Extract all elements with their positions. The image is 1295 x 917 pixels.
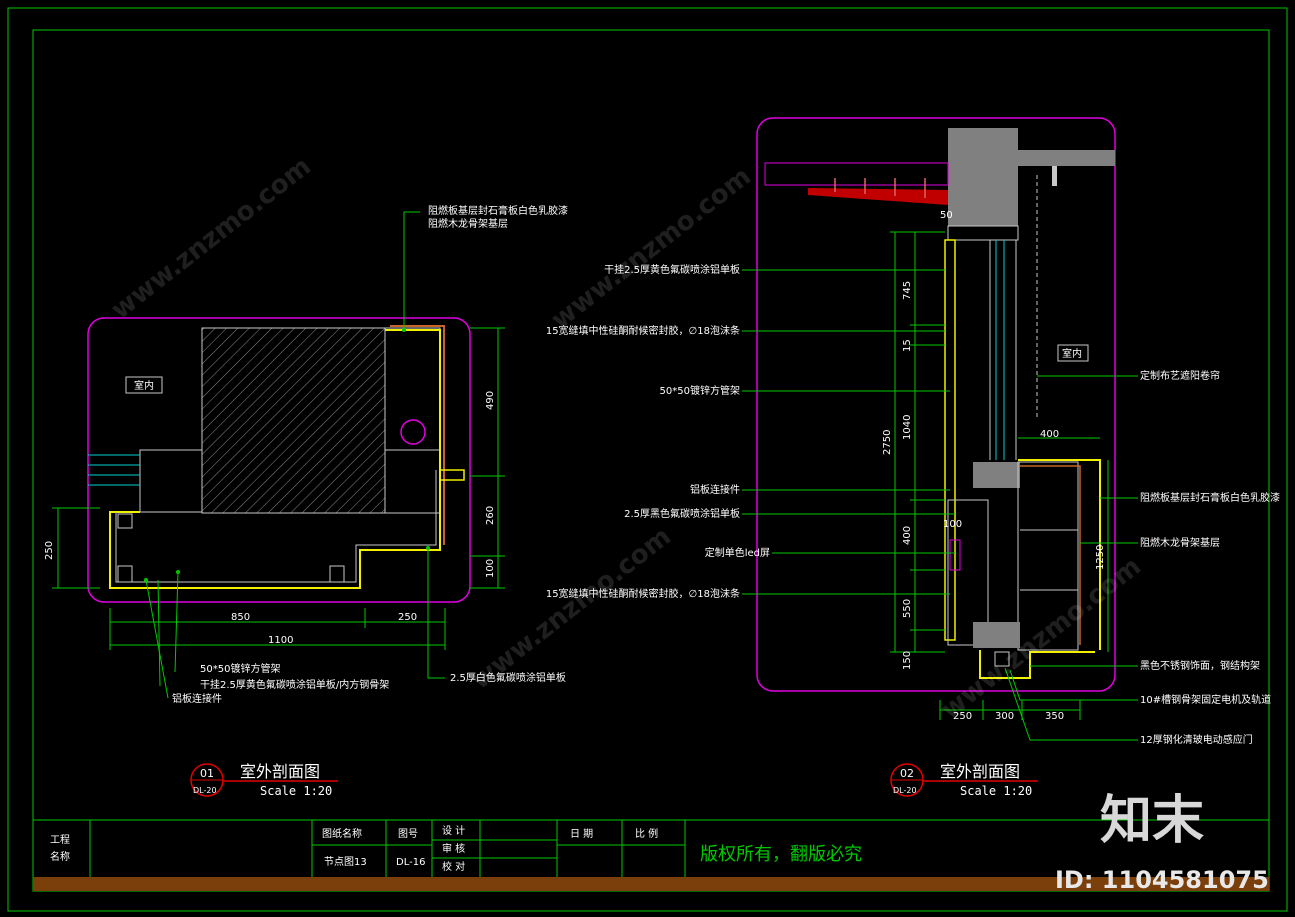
caption-ref-01: DL-20 — [193, 786, 217, 795]
tb-design: 设 计 — [442, 824, 465, 837]
dim-400-h: 400 — [1040, 429, 1059, 440]
dim-250-v: 250 — [44, 541, 55, 560]
note-r5: 10#槽钢骨架固定电机及轨道 — [1140, 693, 1271, 706]
canopy-outline — [764, 162, 949, 186]
watermark-site-3: www.znzmo.com — [466, 522, 677, 696]
dim-250-h: 250 — [398, 612, 417, 623]
tb-date: 日 期 — [570, 828, 593, 840]
note-top-2: 阻燃木龙骨架基层 — [428, 217, 508, 230]
note-l3: 50*50镀锌方管架 — [660, 384, 740, 397]
room-label-02: 室内 — [1062, 347, 1082, 360]
caption-scale-01: Scale 1:20 — [260, 784, 332, 798]
note-bl-1: 50*50镀锌方管架 — [200, 662, 280, 675]
tb-review: 审 核 — [442, 842, 465, 855]
watermark-site-2: www.znzmo.com — [546, 162, 757, 336]
tb-scale: 比 例 — [635, 827, 658, 840]
square-tube-a — [117, 565, 133, 583]
note-r4: 黑色不锈钢饰面，钢结构架 — [1140, 659, 1260, 672]
dim-50: 50 — [940, 210, 953, 221]
watermark-brand: 知末 — [1100, 791, 1204, 851]
dim-100-02: 100 — [943, 519, 962, 530]
note-bl-3: 铝板连接件 — [172, 692, 222, 705]
caption-num-02: 02 — [900, 767, 914, 780]
note-top-1: 阻燃板基层封石膏板白色乳胶漆 — [428, 204, 568, 217]
section-drawing-01 — [52, 211, 505, 699]
blind-box — [1052, 166, 1057, 186]
note-l6: 定制单色led屏 — [705, 546, 770, 559]
tb-drawing-name-label: 图纸名称 — [322, 827, 362, 840]
concrete-beam — [948, 128, 1018, 226]
tb-check: 校 对 — [442, 860, 465, 873]
caption-title-01: 室外剖面图 — [240, 762, 320, 781]
steps-lines — [88, 454, 140, 486]
leaders-02 — [742, 269, 1138, 741]
dim-1040: 1040 — [902, 415, 913, 440]
dim-150: 150 — [902, 651, 913, 670]
caption-num-01: 01 — [200, 767, 214, 780]
note-bl-2: 干挂2.5厚黄色氟碳喷涂铝单板/内方钢骨架 — [200, 678, 389, 691]
header-block — [973, 462, 1020, 488]
dim-400-v: 400 — [902, 526, 913, 545]
square-tube-b — [329, 565, 345, 583]
note-r3: 阻燃木龙骨架基层 — [1140, 536, 1220, 549]
dim-850: 850 — [231, 612, 250, 623]
dim-260: 260 — [485, 506, 496, 525]
box-right-lower — [384, 449, 441, 514]
bulkhead-studs — [1020, 529, 1078, 591]
tb-number-label: 图号 — [398, 828, 418, 840]
duct-circle — [400, 419, 426, 445]
dim-b300: 300 — [995, 711, 1014, 722]
dim-550: 550 — [902, 599, 913, 618]
dim-745: 745 — [902, 281, 913, 300]
caption-title-02: 室外剖面图 — [940, 762, 1020, 781]
box-right-upper — [384, 327, 441, 451]
cladding-panel-02 — [944, 239, 956, 641]
note-r6: 12厚钢化清玻电动感应门 — [1140, 733, 1253, 746]
note-r1: 定制布艺遮阳卷帘 — [1140, 369, 1220, 382]
note-l5: 2.5厚黑色氟碳喷涂铝单板 — [624, 507, 740, 520]
tb-number: DL-16 — [396, 857, 425, 868]
tb-copyright: 版权所有，翻版必究 — [700, 844, 862, 865]
note-l4: 铝板连接件 — [690, 483, 740, 496]
dim-b350: 350 — [1045, 711, 1064, 722]
head-frame — [947, 225, 1019, 241]
canopy-steel — [808, 188, 948, 205]
box-left — [139, 449, 203, 513]
room-label-01: 室内 — [134, 379, 154, 392]
tb-project-label-1: 工程 — [50, 834, 70, 846]
watermark-site-1: www.znzmo.com — [106, 152, 317, 326]
dim-1250: 1250 — [1095, 545, 1106, 570]
dim-100: 100 — [485, 559, 496, 578]
tb-drawing-name: 节点图13 — [324, 856, 367, 868]
dim-490: 490 — [485, 391, 496, 410]
square-tube-c — [117, 513, 133, 529]
hatched-core — [201, 327, 386, 514]
note-r2: 阻燃板基层封石膏板白色乳胶漆 — [1140, 491, 1280, 504]
dim-1100: 1100 — [268, 635, 293, 646]
dim-2750: 2750 — [882, 430, 893, 455]
dim-15: 15 — [902, 339, 913, 352]
caption-ref-02: DL-20 — [893, 786, 917, 795]
watermark-id: ID: 1104581075 — [1055, 866, 1269, 894]
concrete-slab — [1018, 150, 1115, 166]
cad-drawing-canvas: 室内 阻燃板基层封石膏板白色乳胶漆 阻燃木龙骨架基层 50*50镀锌方管架 干挂… — [7, 7, 1288, 912]
tb-project-label-2: 名称 — [50, 850, 70, 863]
caption-scale-02: Scale 1:20 — [960, 784, 1032, 798]
